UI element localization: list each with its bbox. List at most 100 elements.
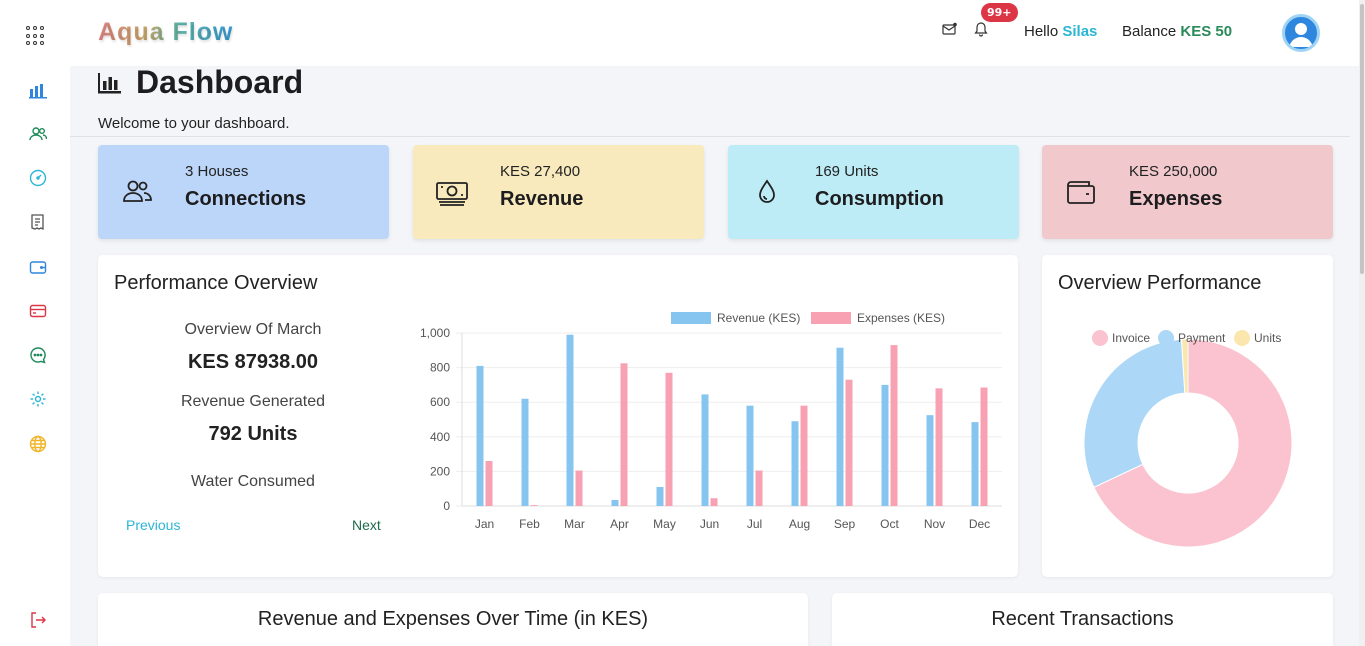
legend-label: Payment bbox=[1178, 331, 1226, 345]
y-tick-label: 400 bbox=[430, 430, 450, 444]
card-label: Connections bbox=[185, 188, 307, 210]
revenue-bar bbox=[476, 365, 484, 506]
revenue-bar bbox=[521, 398, 529, 506]
revenue-bar bbox=[611, 499, 619, 506]
x-tick-label: Apr bbox=[610, 517, 629, 531]
welcome-text: Welcome to your dashboard. bbox=[98, 115, 290, 132]
expenses-bar bbox=[980, 387, 988, 506]
expenses-bar bbox=[485, 461, 493, 506]
card-label: Revenue bbox=[500, 188, 584, 210]
y-tick-label: 0 bbox=[443, 499, 450, 513]
water-drop-icon bbox=[759, 179, 775, 203]
globe-icon[interactable] bbox=[29, 435, 47, 453]
next-link[interactable]: Next bbox=[352, 517, 381, 533]
expenses-card[interactable]: KES 250,000 Expenses bbox=[1042, 145, 1333, 239]
revenue-expenses-bar-chart: 0 200 400 600 800 1,000 Jan Feb Mar Apr May Jun Jul A… bbox=[420, 311, 1002, 531]
revenue-bar bbox=[791, 421, 799, 506]
legend-swatch bbox=[1158, 330, 1174, 346]
mail-icon[interactable] bbox=[942, 22, 957, 36]
sidebar bbox=[0, 0, 70, 646]
x-tick-label: Jun bbox=[700, 517, 719, 531]
panel-title: Performance Overview bbox=[114, 272, 318, 294]
revenue-value: KES 87938.00 bbox=[187, 351, 319, 373]
dashboard-gauge-icon[interactable] bbox=[29, 169, 47, 187]
revenue-label: Revenue Generated bbox=[180, 393, 326, 410]
previous-link[interactable]: Previous bbox=[126, 517, 180, 533]
revenue-bar bbox=[746, 405, 754, 506]
units-value: 792 Units bbox=[208, 423, 298, 445]
overview-month-label: Overview Of March bbox=[184, 321, 322, 338]
x-tick-label: Jan bbox=[475, 517, 494, 531]
consumption-card[interactable]: 169 Units Consumption bbox=[728, 145, 1019, 239]
y-tick-label: 800 bbox=[430, 361, 450, 375]
balance-label: Balance bbox=[1122, 23, 1177, 40]
users-icon[interactable] bbox=[29, 125, 47, 143]
panel-title: Recent Transactions bbox=[991, 608, 1174, 630]
greeting-text: Hello bbox=[1024, 23, 1059, 40]
recent-transactions-panel: Recent Transactions bbox=[832, 593, 1333, 646]
credit-card-icon[interactable] bbox=[29, 302, 47, 320]
x-tick-label: May bbox=[653, 517, 676, 531]
connections-card[interactable]: 3 Houses Connections bbox=[98, 145, 389, 239]
expenses-bar bbox=[755, 470, 763, 506]
user-greeting: Hello Silas bbox=[1024, 23, 1097, 40]
x-tick-label: Aug bbox=[789, 517, 810, 531]
overview-performance-panel: Overview Performance Invoice Payment Units bbox=[1042, 255, 1333, 577]
legend-swatch bbox=[1234, 330, 1250, 346]
legend-label: Units bbox=[1254, 331, 1281, 345]
balance-display: Balance KES 50 bbox=[1122, 23, 1232, 40]
expenses-bar bbox=[530, 505, 538, 506]
y-tick-label: 1,000 bbox=[420, 326, 450, 340]
page-title-text: Dashboard bbox=[136, 64, 304, 100]
performance-panel: Performance Overview Overview Of March K… bbox=[98, 255, 1018, 577]
chat-icon[interactable] bbox=[29, 346, 47, 364]
legend-swatch bbox=[811, 312, 851, 324]
revenue-bar bbox=[971, 422, 979, 506]
overview-donut-chart: Invoice Payment Units bbox=[1083, 330, 1293, 548]
divider bbox=[70, 136, 1350, 137]
user-name[interactable]: Silas bbox=[1062, 23, 1097, 40]
expenses-bar bbox=[620, 363, 628, 506]
brand-logo[interactable]: Aqua Flow bbox=[98, 18, 233, 47]
revenue-bar bbox=[926, 415, 934, 506]
apps-grid-icon[interactable] bbox=[26, 26, 46, 46]
card-subtext: KES 250,000 bbox=[1129, 163, 1218, 180]
legend-label: Revenue (KES) bbox=[717, 311, 800, 325]
expenses-bar bbox=[710, 498, 718, 506]
legend-swatch bbox=[1092, 330, 1108, 346]
revenue-bar bbox=[656, 486, 664, 506]
scrollbar-track[interactable] bbox=[1359, 0, 1365, 646]
bar-chart-icon[interactable] bbox=[29, 81, 47, 99]
card-subtext: KES 27,400 bbox=[500, 163, 581, 180]
revenue-bar bbox=[701, 394, 709, 506]
panel-title: Revenue and Expenses Over Time (in KES) bbox=[257, 608, 649, 630]
expenses-bar bbox=[665, 372, 673, 506]
top-header: Aqua Flow 99+ Hello Silas Balance KES 50 bbox=[70, 0, 1365, 66]
receipt-icon[interactable] bbox=[29, 213, 47, 231]
expenses-bar bbox=[845, 379, 853, 506]
logout-icon[interactable] bbox=[29, 611, 47, 629]
expenses-bar bbox=[890, 345, 898, 506]
scrollbar-thumb[interactable] bbox=[1360, 4, 1364, 274]
x-tick-label: Feb bbox=[519, 517, 540, 531]
donut-slice-payment bbox=[1083, 338, 1186, 488]
card-label: Expenses bbox=[1129, 188, 1223, 210]
expenses-bar bbox=[800, 405, 808, 506]
settings-icon[interactable] bbox=[29, 390, 47, 408]
y-tick-label: 600 bbox=[430, 395, 450, 409]
expenses-bar bbox=[935, 388, 943, 506]
users-icon bbox=[123, 180, 152, 202]
revenue-bar bbox=[836, 347, 844, 506]
revenue-card[interactable]: KES 27,400 Revenue bbox=[413, 145, 704, 239]
user-avatar-icon bbox=[1289, 23, 1313, 47]
bell-icon[interactable] bbox=[974, 21, 988, 37]
page-title: Dashboard bbox=[98, 64, 303, 101]
y-tick-label: 200 bbox=[430, 464, 450, 478]
expenses-bar bbox=[575, 470, 583, 506]
card-subtext: 3 Houses bbox=[185, 163, 249, 180]
bar-chart-icon bbox=[98, 72, 121, 93]
avatar[interactable] bbox=[1282, 14, 1320, 52]
x-tick-label: Nov bbox=[924, 517, 945, 531]
legend-swatch bbox=[671, 312, 711, 324]
wallet-icon[interactable] bbox=[29, 258, 47, 276]
